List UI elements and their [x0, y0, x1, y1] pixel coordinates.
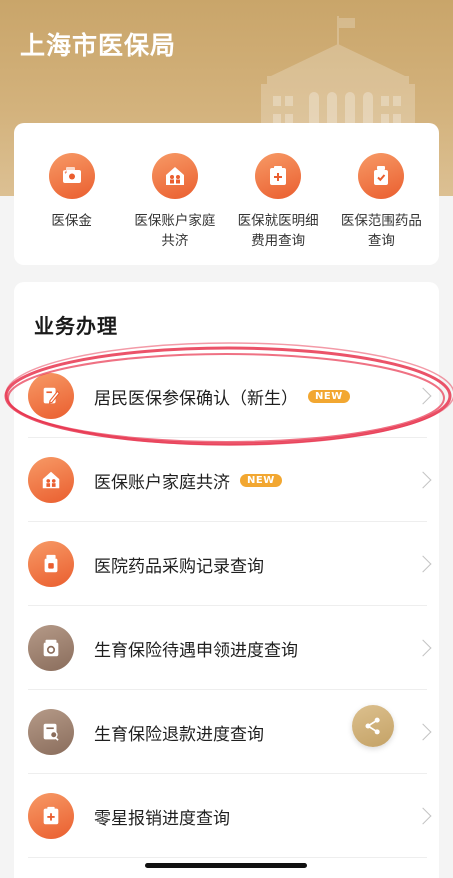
chevron-right-icon [414, 723, 432, 741]
medical-bill-icon [255, 153, 302, 199]
quick-link-label: 医保账户家庭共济 [134, 213, 216, 249]
service-row-text: 零星报销进度查询 [94, 808, 230, 829]
home-indicator[interactable] [145, 863, 307, 868]
services-card: 业务办理 居民医保参保确认（新生） NEW 医保账户家庭共济 NEW 医院药品采… [14, 282, 439, 878]
quick-link-expense-query[interactable]: 医保就医明细费用查询 [228, 153, 328, 265]
service-row-newborn-enrollment[interactable]: 居民医保参保确认（新生） NEW [14, 354, 439, 438]
chevron-right-icon [414, 807, 432, 825]
share-button[interactable] [352, 705, 394, 747]
quick-link-label: 医保范围药品查询 [340, 213, 422, 249]
family-house-icon [28, 457, 74, 503]
new-badge: NEW [308, 389, 350, 403]
quick-links-card: ¥ 医保金 医保账户家庭共济 医保就医明细费用查询 医保范围药品查询 [14, 123, 439, 265]
service-row-text: 医院药品采购记录查询 [94, 556, 264, 577]
quick-link-label: 医保就医明细费用查询 [237, 213, 319, 249]
service-row-text: 居民医保参保确认（新生） [94, 388, 298, 409]
chevron-right-icon [414, 555, 432, 573]
quick-link-drug-query[interactable]: 医保范围药品查询 [331, 153, 431, 265]
service-row-label: 医院药品采购记录查询 [94, 552, 264, 577]
chevron-right-icon [414, 387, 432, 405]
service-row-family-sharing[interactable]: 医保账户家庭共济 NEW [14, 438, 439, 522]
page-title: 上海市医保局 [20, 31, 177, 60]
service-row-reimbursement[interactable]: 零星报销进度查询 [14, 774, 439, 858]
medicine-bottle-icon [358, 153, 405, 199]
quick-link-family-sharing[interactable]: 医保账户家庭共济 [125, 153, 225, 265]
divider [28, 857, 427, 858]
section-title: 业务办理 [34, 314, 118, 338]
service-row-label: 生育保险待遇申领进度查询 [94, 636, 298, 661]
service-row-text: 医保账户家庭共济 [94, 472, 230, 493]
refund-search-icon [28, 709, 74, 755]
service-row-text: 生育保险待遇申领进度查询 [94, 640, 298, 661]
service-row-label: 生育保险退款进度查询 [94, 720, 264, 745]
service-row-text: 生育保险退款进度查询 [94, 724, 264, 745]
chevron-right-icon [414, 639, 432, 657]
service-row-label: 医保账户家庭共济 NEW [94, 468, 282, 493]
service-row-drug-purchase[interactable]: 医院药品采购记录查询 [14, 522, 439, 606]
edit-document-icon [28, 373, 74, 419]
maternity-claim-icon [28, 625, 74, 671]
service-row-maternity-claim[interactable]: 生育保险待遇申领进度查询 [14, 606, 439, 690]
service-row-label: 居民医保参保确认（新生） NEW [94, 384, 350, 409]
chevron-right-icon [414, 471, 432, 489]
new-badge: NEW [240, 473, 282, 487]
wallet-icon: ¥ [48, 153, 95, 199]
quick-link-label: 医保金 [51, 213, 92, 229]
medicine-box-icon [28, 541, 74, 587]
quick-link-medical-fund[interactable]: ¥ 医保金 [22, 153, 122, 265]
service-row-label: 零星报销进度查询 [94, 804, 230, 829]
family-house-icon [151, 153, 198, 199]
reimbursement-icon [28, 793, 74, 839]
share-icon [365, 717, 380, 735]
